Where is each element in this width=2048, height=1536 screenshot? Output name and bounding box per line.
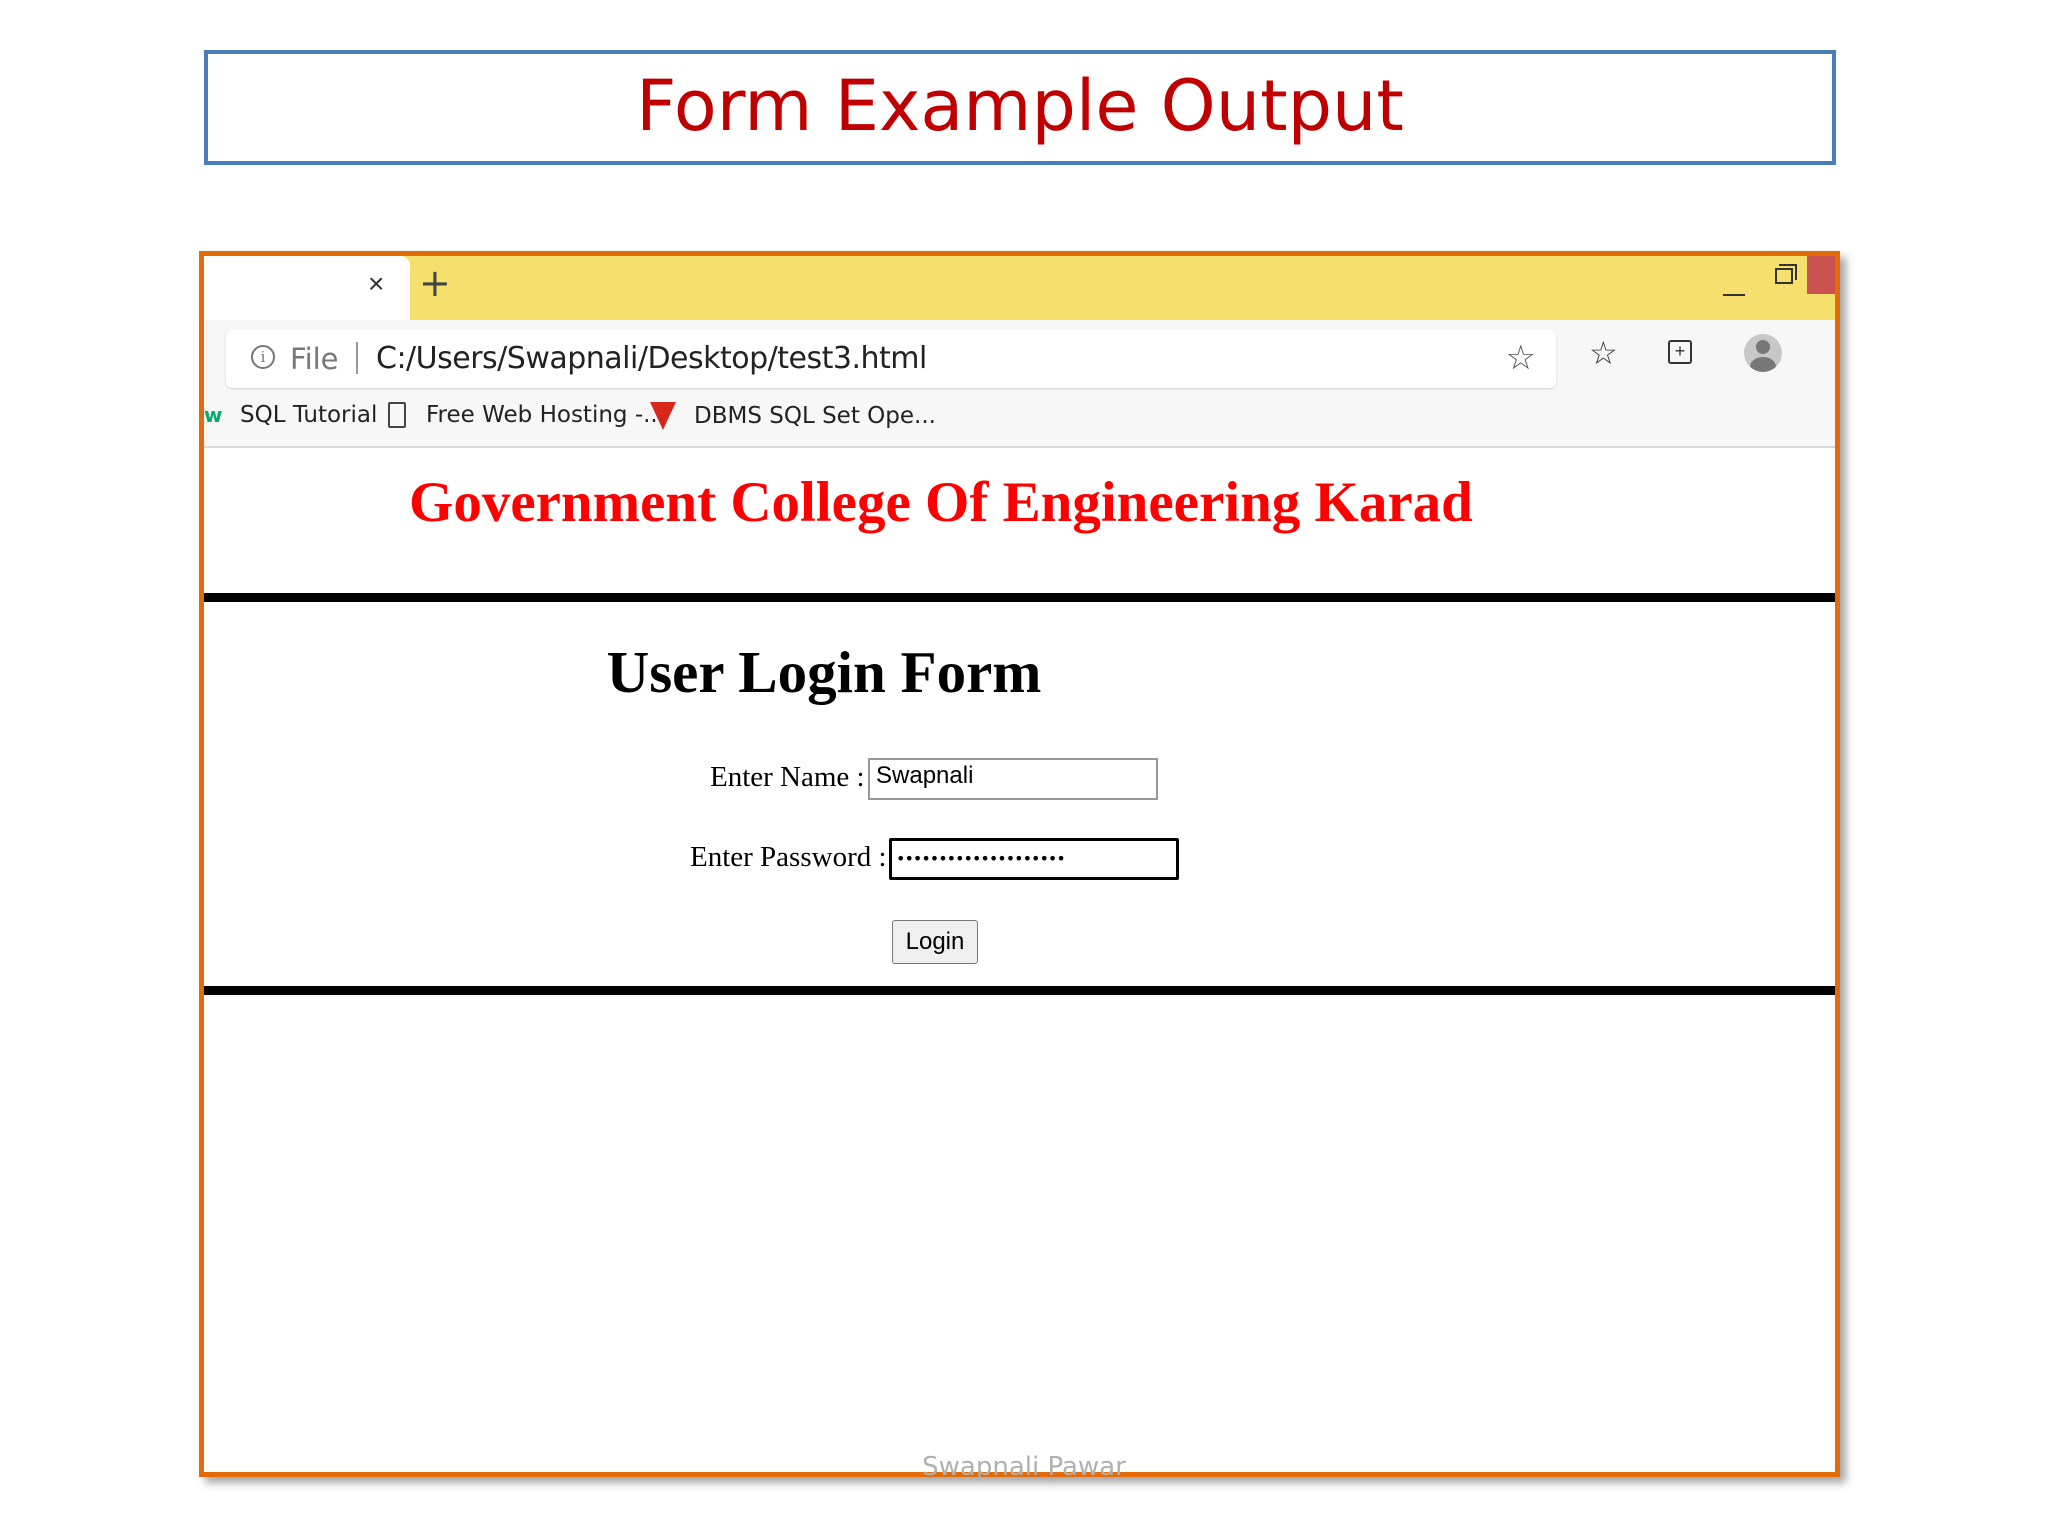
page-content: Government College Of Engineering Karad … xyxy=(204,448,1835,1472)
toolbar: i File C:/Users/Swapnali/Desktop/test3.h… xyxy=(204,320,1835,392)
browser-tab[interactable]: × xyxy=(204,256,410,320)
address-bar[interactable]: i File C:/Users/Swapnali/Desktop/test3.h… xyxy=(226,330,1556,388)
add-favorite-star-icon[interactable]: ☆ xyxy=(1506,338,1536,378)
info-icon[interactable]: i xyxy=(251,345,275,369)
login-button[interactable]: Login xyxy=(892,920,978,964)
triangle-logo-icon xyxy=(650,402,676,430)
bookmarks-bar: w SQL Tutorial Free Web Hosting -... DBM… xyxy=(204,392,1835,448)
bookmark-dbms-sql-set[interactable]: DBMS SQL Set Ope... xyxy=(650,402,936,430)
minimize-icon[interactable] xyxy=(1723,260,1745,296)
url-text[interactable]: C:/Users/Swapnali/Desktop/test3.html xyxy=(376,341,927,376)
browser-window: × + i File C:/Users/Swapnali/Desktop/tes… xyxy=(199,251,1840,1477)
slide-title: Form Example Output xyxy=(636,64,1404,147)
horizontal-rule xyxy=(204,593,1835,602)
page-icon xyxy=(388,402,406,428)
bookmark-sql-tutorial[interactable]: w SQL Tutorial xyxy=(204,402,377,428)
restore-icon[interactable] xyxy=(1775,264,1797,284)
form-heading: User Login Form xyxy=(606,639,1042,705)
new-tab-icon[interactable]: + xyxy=(419,264,451,302)
name-input[interactable]: Swapnali xyxy=(868,758,1158,800)
favorites-icon[interactable]: ☆ xyxy=(1589,334,1618,372)
bookmark-label: SQL Tutorial xyxy=(240,402,378,428)
tab-close-icon[interactable]: × xyxy=(368,270,384,298)
tab-strip: × + xyxy=(204,256,1835,320)
slide-title-box: Form Example Output xyxy=(204,50,1836,165)
address-divider xyxy=(356,342,358,374)
profile-avatar[interactable] xyxy=(1744,334,1782,372)
slide-footer: Swapnali Pawar xyxy=(922,1452,1126,1482)
password-input[interactable]: •••••••••••••••••••• xyxy=(889,838,1179,880)
w3schools-icon: w xyxy=(204,403,223,427)
college-title: Government College Of Engineering Karad xyxy=(409,471,1473,534)
window-close-icon[interactable] xyxy=(1807,256,1835,294)
bookmark-label: Free Web Hosting -... xyxy=(426,402,666,428)
scheme-label: File xyxy=(290,342,339,376)
name-label: Enter Name : xyxy=(710,761,865,793)
password-label: Enter Password : xyxy=(690,841,887,873)
horizontal-rule xyxy=(204,986,1835,995)
more-options-icon[interactable]: · xyxy=(1832,338,1835,370)
bookmark-label: DBMS SQL Set Ope... xyxy=(694,403,936,429)
collections-icon[interactable]: + xyxy=(1668,340,1692,364)
bookmark-free-web-hosting[interactable]: Free Web Hosting -... xyxy=(388,402,665,428)
